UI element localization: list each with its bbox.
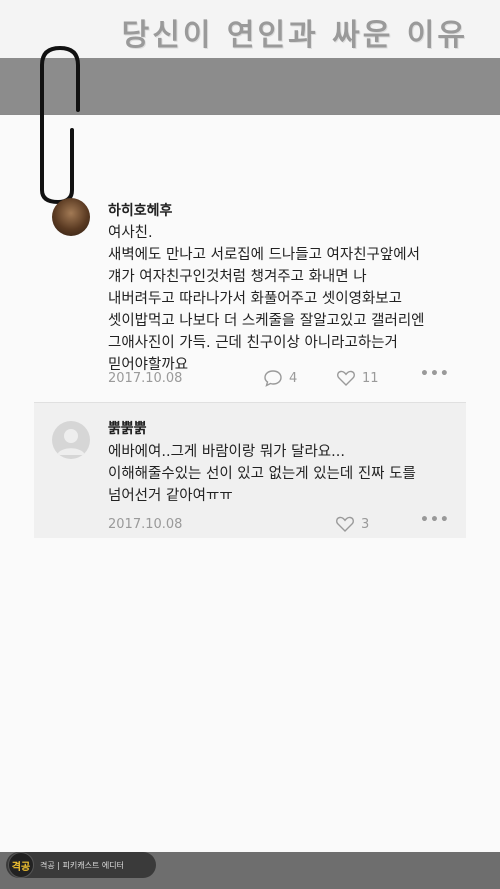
paperclip-icon [40, 45, 80, 205]
default-avatar-icon [57, 429, 85, 455]
reply-count-button[interactable]: 4 [263, 369, 297, 387]
comment-author[interactable]: 뿕뿕뿕 [108, 418, 147, 438]
comment-author[interactable]: 하히호헤후 [108, 200, 172, 220]
avatar[interactable] [52, 198, 90, 236]
like-button[interactable]: 11 [336, 369, 379, 387]
more-options-button[interactable]: ••• [420, 512, 450, 528]
heart-icon [337, 370, 355, 386]
reply-item: 뿕뿕뿕 에바에여..그게 바람이랑 뭐가 달라요... 이해해줄수있는 선이 있… [34, 402, 466, 538]
like-count: 11 [362, 370, 379, 386]
heart-icon [336, 516, 354, 532]
comment-item: 하히호헤후 여사친. 새벽에도 만나고 서로집에 드나들고 여자친구앞에서 걔가… [0, 190, 500, 400]
like-count: 3 [361, 516, 370, 532]
comment-text: 여사친. 새벽에도 만나고 서로집에 드나들고 여자친구앞에서 걔가 여자친구인… [108, 225, 425, 373]
comment-date: 2017.10.08 [108, 517, 183, 532]
page-title: 당신이 연인과 싸운 이유 [121, 18, 468, 53]
reply-count: 4 [289, 370, 298, 386]
editor-credit: 격공 | 피키캐스트 에디터 [40, 860, 124, 870]
comment-text: 에바에여..그게 바람이랑 뭐가 달라요... 이해해줄수있는 선이 있고 없는… [108, 444, 416, 504]
editor-badge: 격공 격공 | 피키캐스트 에디터 [6, 852, 156, 878]
speech-bubble-icon [264, 370, 282, 387]
more-options-button[interactable]: ••• [420, 366, 450, 382]
avatar[interactable] [52, 421, 90, 459]
like-button[interactable]: 3 [335, 515, 369, 533]
comment-date: 2017.10.08 [108, 371, 183, 386]
logo: 격공 [8, 852, 34, 878]
